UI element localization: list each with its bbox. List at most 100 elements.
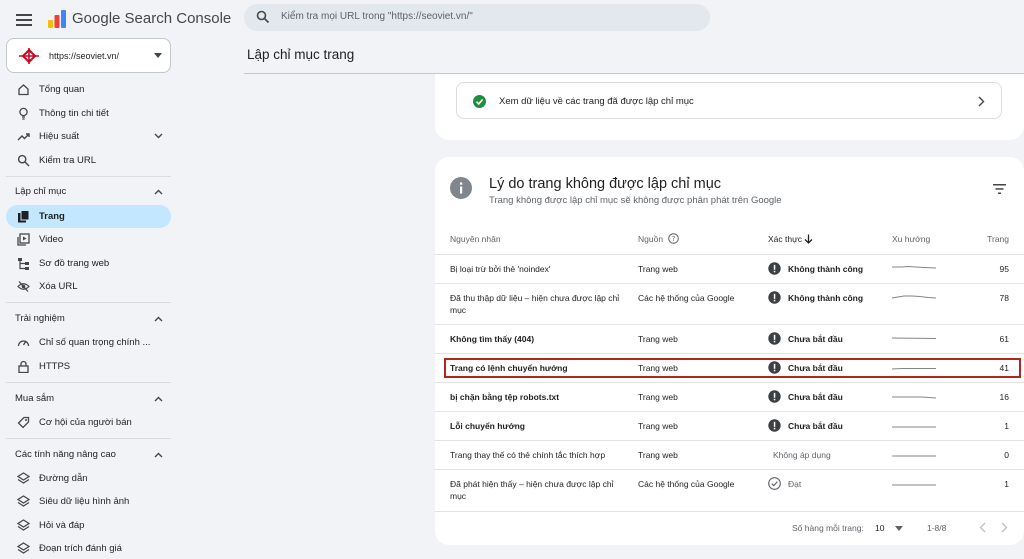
chevron-right-icon[interactable] (1001, 522, 1008, 533)
chevron-up-icon (154, 316, 163, 322)
table-bottom-border (435, 511, 1024, 512)
table-row[interactable]: Trang có lệnh chuyển hướng Trang web Chư… (435, 353, 1024, 382)
trend-sparkline (892, 479, 936, 489)
header-pages[interactable]: Trang (967, 234, 1009, 244)
trend-sparkline (892, 264, 936, 274)
trend-sparkline (892, 293, 936, 303)
nav-pages[interactable]: Trang (6, 205, 171, 228)
sitemap-icon (17, 257, 30, 270)
rows-per-page-select[interactable]: 10 (875, 523, 884, 533)
nav-url-inspection[interactable]: Kiểm tra URL (6, 149, 171, 172)
section-enhancements[interactable]: Các tính năng nâng cao (6, 445, 171, 465)
lightbulb-icon (17, 107, 30, 120)
filter-icon[interactable] (993, 184, 1006, 194)
sidebar-divider (6, 176, 171, 177)
layers-icon (17, 472, 30, 485)
header-reason[interactable]: Nguyên nhân (450, 234, 501, 244)
nav-performance[interactable]: Hiệu suất (6, 125, 171, 148)
video-icon (17, 233, 30, 246)
section-indexing[interactable]: Lập chỉ mục (6, 182, 171, 202)
lock-icon (17, 360, 30, 373)
nav-merchant-opportunities[interactable]: Cơ hội của người bán (6, 411, 171, 434)
section-shopping[interactable]: Mua sắm (6, 389, 171, 409)
pagination-range: 1-8/8 (927, 523, 947, 533)
card-title: Lý do trang không được lập chỉ mục (489, 176, 722, 192)
nav-review-snippets[interactable]: Đoạn trích đánh giá (6, 537, 171, 559)
search-icon (256, 10, 270, 24)
nav-insights[interactable]: Thông tin chi tiết (6, 102, 171, 125)
top-app-bar: Google Search Console Kiểm tra mọi URL t… (0, 0, 1024, 40)
nav-overview[interactable]: Tổng quan (6, 78, 171, 101)
nav-core-web-vitals[interactable]: Chỉ số quan trọng chính ... (6, 331, 171, 354)
property-url: https://seoviet.vn/ (49, 51, 120, 61)
card-subtitle: Trang không được lập chỉ mục sẽ không đư… (489, 195, 782, 206)
table-row[interactable]: Bị loại trừ bởi thẻ 'noindex' Trang web … (435, 254, 1024, 283)
not-indexed-card: Lý do trang không được lập chỉ mục Trang… (435, 157, 1024, 545)
nav-video[interactable]: Video (6, 228, 171, 251)
page-title: Lập chỉ mục trang (247, 47, 355, 62)
trending-up-icon (17, 130, 30, 143)
layers-icon (17, 495, 30, 508)
trend-sparkline (892, 421, 936, 431)
visibility-off-icon (17, 280, 30, 293)
table-row[interactable]: bị chặn bằng tệp robots.txt Trang web Ch… (435, 382, 1024, 411)
trend-sparkline (892, 450, 936, 460)
home-icon (17, 83, 30, 96)
indexed-card: Xem dữ liệu về các trang đã được lập chỉ… (435, 74, 1024, 140)
layers-icon (17, 542, 30, 555)
arrow-down-icon (804, 234, 813, 244)
trend-sparkline (892, 334, 936, 344)
check-circle-icon (473, 95, 486, 108)
sidebar-divider (6, 382, 171, 383)
error-icon (768, 390, 781, 403)
caret-down-icon (154, 53, 162, 59)
chevron-up-icon (154, 189, 163, 195)
rows-per-page-label: Số hàng mỗi trang: (792, 523, 864, 533)
layers-icon (17, 519, 30, 532)
caret-down-icon[interactable] (895, 526, 903, 531)
chevron-up-icon (154, 452, 163, 458)
nav-breadcrumbs[interactable]: Đường dẫn (6, 467, 171, 490)
search-console-logo-icon (46, 8, 68, 30)
highlight-outline (444, 358, 1021, 378)
svg-text:?: ? (672, 235, 676, 243)
table-row[interactable]: Lỗi chuyển hướng Trang web Chưa bắt đầu … (435, 411, 1024, 440)
chevron-left-icon[interactable] (979, 522, 986, 533)
info-icon (450, 177, 472, 199)
app-title: Google Search Console (72, 10, 232, 27)
table-row[interactable]: Không tìm thấy (404) Trang web Chưa bắt … (435, 324, 1024, 353)
sidebar-divider (6, 438, 171, 439)
table-row[interactable]: Đã thu thập dữ liệu – hiện chưa được lập… (435, 283, 1024, 324)
error-icon (768, 332, 781, 345)
section-experience[interactable]: Trải nghiệm (6, 309, 171, 329)
chevron-up-icon (154, 396, 163, 402)
view-indexed-pages-link[interactable]: Xem dữ liệu về các trang đã được lập chỉ… (456, 82, 1002, 119)
table-row[interactable]: Trang thay thế có thẻ chính tắc thích hợ… (435, 440, 1024, 469)
chevron-down-icon (154, 133, 163, 139)
property-selector[interactable]: https://seoviet.vn/ (6, 38, 171, 73)
nav-qa[interactable]: Hỏi và đáp (6, 514, 171, 537)
nav-https[interactable]: HTTPS (6, 355, 171, 378)
pages-icon (17, 210, 30, 223)
trend-sparkline (892, 392, 936, 402)
header-trend: Xu hướng (892, 234, 931, 244)
nav-image-metadata[interactable]: Siêu dữ liệu hình ảnh (6, 490, 171, 513)
error-icon (768, 419, 781, 432)
table-row[interactable]: Đã phát hiện thấy – hiện chưa được lập c… (435, 469, 1024, 511)
url-inspection-search[interactable]: Kiểm tra mọi URL trong "https://seoviet.… (244, 4, 710, 31)
search-input-placeholder[interactable]: Kiểm tra mọi URL trong "https://seoviet.… (281, 11, 473, 22)
tag-icon (17, 416, 30, 429)
speed-icon (17, 336, 30, 349)
header-source[interactable]: Nguồn (638, 234, 663, 244)
check-circle-outline-icon (768, 477, 781, 490)
header-validation[interactable]: Xác thực (768, 234, 802, 244)
chevron-right-icon (978, 96, 985, 107)
menu-icon[interactable] (14, 10, 34, 30)
error-icon (768, 291, 781, 304)
help-icon[interactable]: ? (668, 233, 679, 244)
search-icon (17, 154, 30, 167)
error-icon (768, 262, 781, 275)
nav-sitemaps[interactable]: Sơ đồ trang web (6, 252, 171, 275)
property-logo-icon (19, 48, 39, 64)
nav-removals[interactable]: Xóa URL (6, 275, 171, 298)
